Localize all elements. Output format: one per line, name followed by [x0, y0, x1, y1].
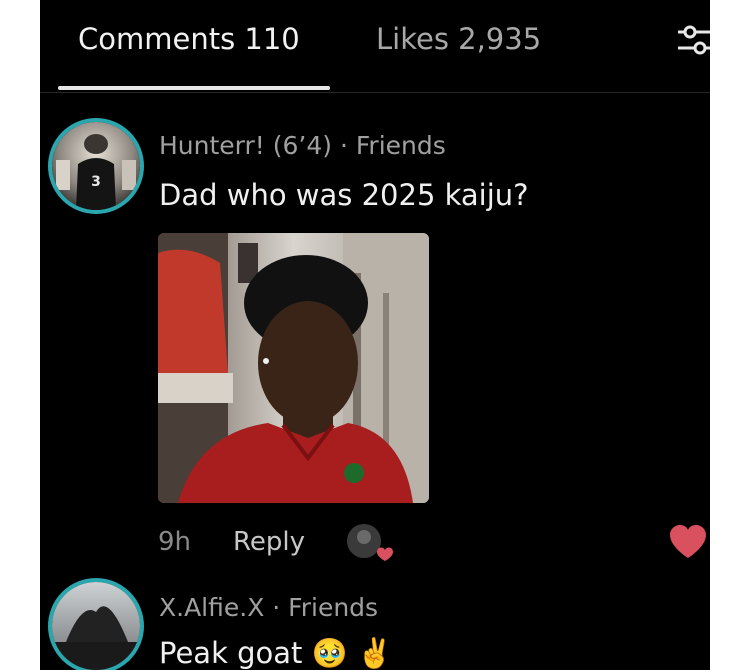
comment-author-line[interactable]: X.Alfie.X · Friends: [159, 593, 378, 622]
active-tab-indicator: [58, 86, 330, 90]
avatar[interactable]: 3: [48, 118, 144, 214]
photo-image: [158, 233, 429, 503]
avatar[interactable]: [48, 578, 144, 670]
tab-divider: [40, 92, 710, 93]
comment-text-content: Peak goat 🥹 ✌️: [159, 636, 394, 670]
reply-button[interactable]: Reply: [233, 527, 305, 557]
heart-icon[interactable]: [668, 524, 708, 560]
liked-by-author-icon: [347, 524, 393, 561]
comment-text: Dad who was 2025 kaiju?: [159, 178, 529, 212]
filter-sliders-icon[interactable]: [676, 20, 710, 60]
avatar-photo-icon: 3: [52, 122, 140, 210]
comment-author-line[interactable]: Hunterr! (6’4) · Friends: [159, 131, 446, 160]
comment-text: Peak goat 🥹 ✌️: [159, 636, 393, 670]
tab-bar: Comments 110 Likes 2,935: [40, 0, 710, 92]
avatar-photo-icon: [52, 582, 140, 670]
comment-photo[interactable]: [158, 233, 429, 503]
author-liked-avatar: [347, 524, 393, 561]
comments-panel: Comments 110 Likes 2,935 3 Hunterr! (6’4…: [40, 0, 710, 670]
tab-comments[interactable]: Comments 110: [78, 22, 300, 56]
comment-timestamp: 9h: [158, 527, 192, 557]
tab-likes[interactable]: Likes 2,935: [376, 22, 541, 56]
avatar-jersey-number: 3: [91, 174, 101, 190]
